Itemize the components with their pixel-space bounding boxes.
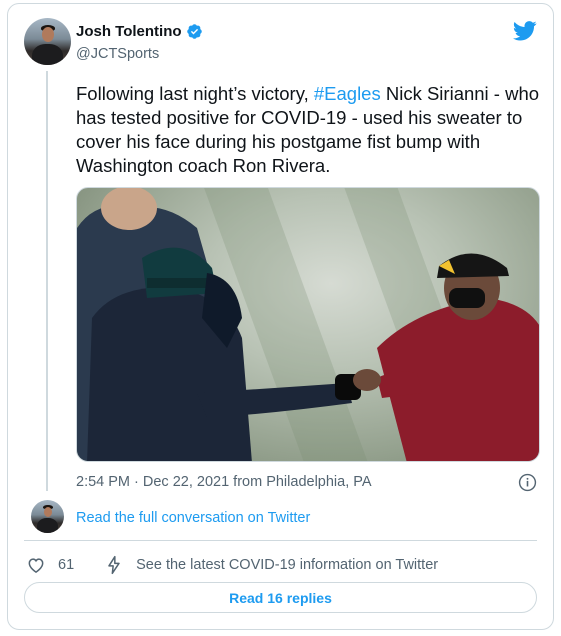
divider: [24, 540, 537, 541]
thread-line: [46, 71, 48, 491]
hashtag-link[interactable]: #Eagles: [314, 83, 381, 104]
author-avatar[interactable]: [24, 18, 71, 65]
tweet-text-before: Following last night’s victory,: [76, 83, 314, 104]
verified-badge-icon: [186, 24, 202, 39]
tweet-timestamp[interactable]: 2:54 PM · Dec 22, 2021 from Philadelphia…: [76, 474, 372, 490]
read-replies-button[interactable]: Read 16 replies: [24, 582, 537, 613]
tweet-photo[interactable]: [76, 187, 540, 462]
twitter-bird-icon[interactable]: [513, 21, 537, 41]
action-bar: 61 See the latest COVID-19 information o…: [26, 553, 438, 577]
info-icon[interactable]: [518, 473, 537, 492]
tweet-text: Following last night’s victory, #Eagles …: [76, 82, 540, 178]
conversation-avatar: [31, 500, 64, 533]
photo-scene: [77, 188, 539, 461]
tweet-card: Josh Tolentino @JCTSports Following last…: [7, 3, 554, 630]
read-conversation-link[interactable]: Read the full conversation on Twitter: [76, 510, 310, 526]
covid-info-link[interactable]: See the latest COVID-19 information on T…: [136, 557, 438, 573]
heart-icon[interactable]: [26, 555, 46, 575]
author-handle[interactable]: @JCTSports: [76, 46, 159, 62]
lightning-bolt-icon[interactable]: [104, 555, 124, 575]
author-name[interactable]: Josh Tolentino: [76, 23, 182, 40]
like-count[interactable]: 61: [58, 557, 74, 573]
author-name-row[interactable]: Josh Tolentino: [76, 23, 203, 40]
